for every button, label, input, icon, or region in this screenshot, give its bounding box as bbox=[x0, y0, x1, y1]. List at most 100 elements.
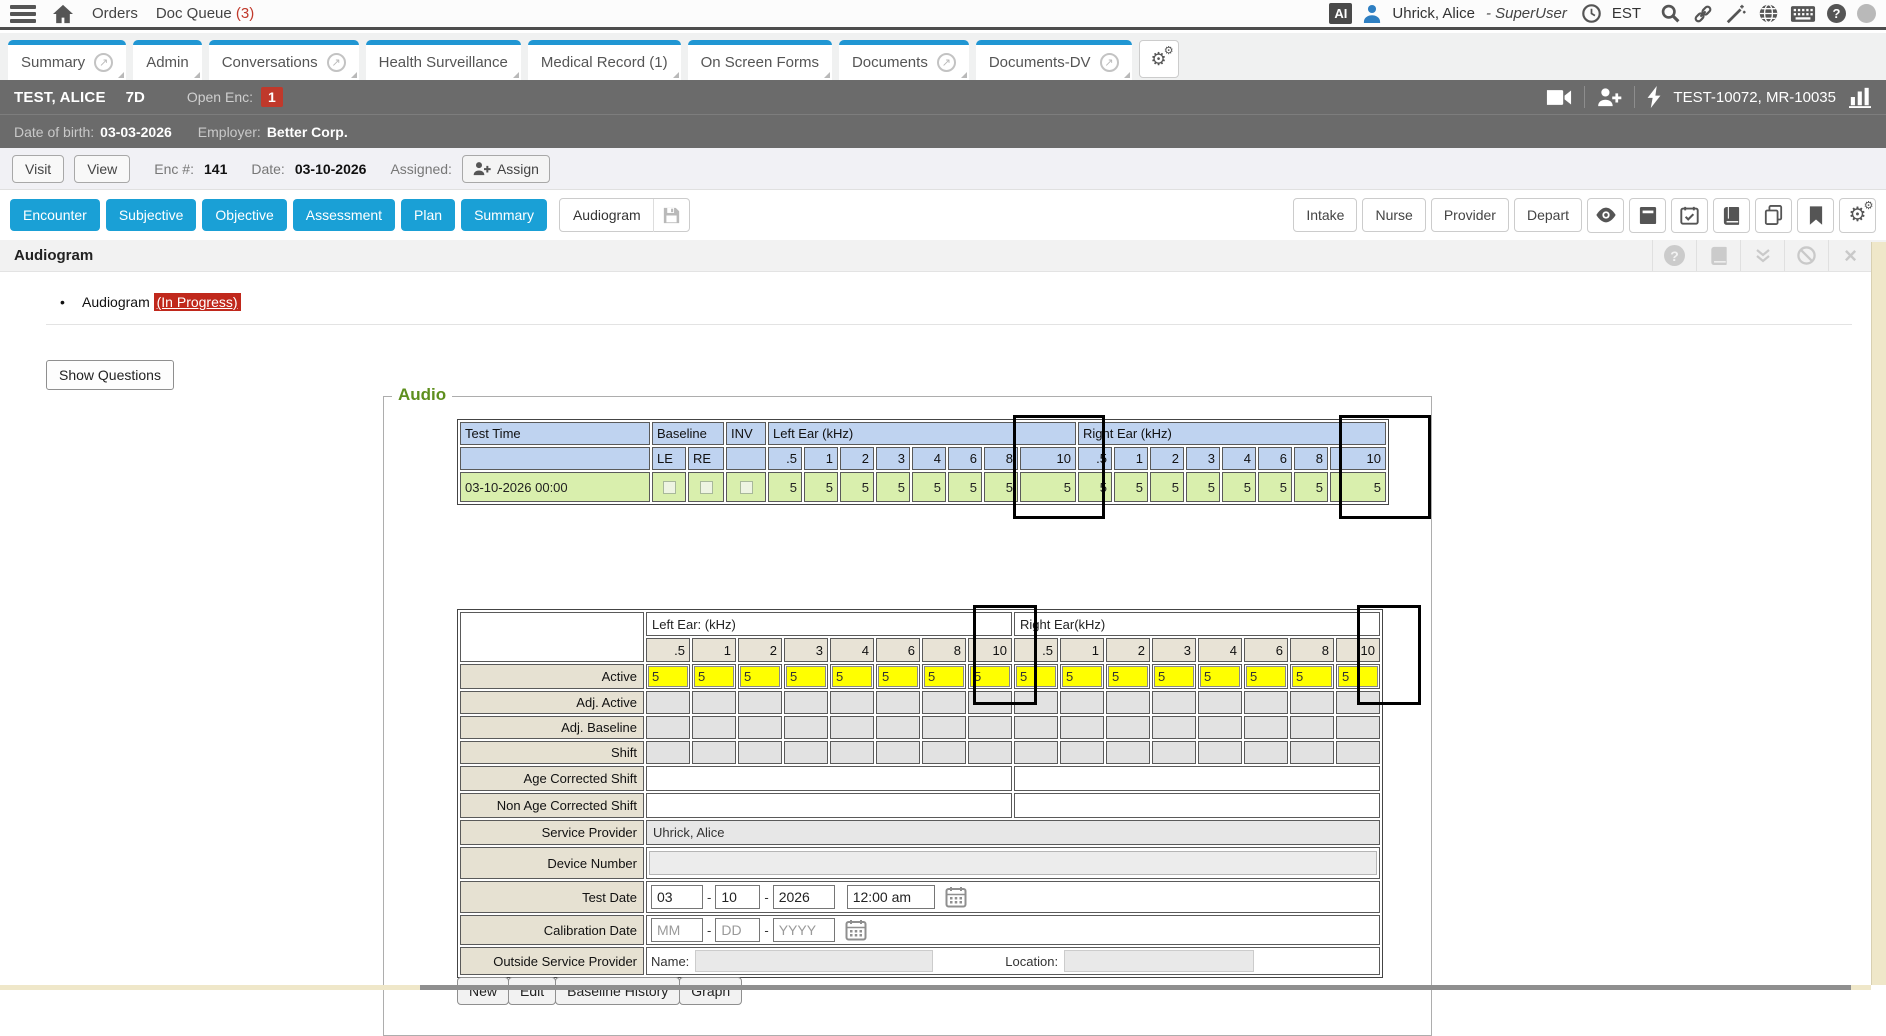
hamburger-menu-icon[interactable] bbox=[10, 5, 36, 23]
audiogram-list-item[interactable]: • Audiogram (In Progress) bbox=[60, 294, 241, 310]
test-date-day-input[interactable] bbox=[715, 885, 760, 909]
bar-chart-icon[interactable] bbox=[1848, 86, 1872, 108]
audiogram-item-label[interactable]: Audiogram bbox=[82, 294, 150, 310]
active-threshold-input[interactable]: 5 bbox=[786, 666, 826, 687]
active-cell[interactable]: 5 bbox=[1014, 664, 1058, 689]
calendar-icon[interactable] bbox=[945, 886, 967, 908]
inv-checkbox[interactable] bbox=[740, 481, 753, 494]
wand-icon[interactable] bbox=[1725, 3, 1747, 25]
active-cell[interactable]: 5 bbox=[692, 664, 736, 689]
baseline-re-checkbox[interactable] bbox=[700, 481, 713, 494]
section-book-icon[interactable] bbox=[1696, 240, 1740, 271]
eye-icon[interactable] bbox=[1587, 198, 1624, 233]
outside-location-input[interactable] bbox=[1064, 950, 1254, 972]
section-help-icon[interactable]: ? bbox=[1652, 240, 1696, 271]
section-collapse-icon[interactable] bbox=[1740, 240, 1784, 271]
view-button[interactable]: View bbox=[74, 155, 130, 183]
active-threshold-input[interactable]: 5 bbox=[924, 666, 964, 687]
show-questions-button[interactable]: Show Questions bbox=[46, 360, 174, 390]
active-cell[interactable]: 5 bbox=[922, 664, 966, 689]
active-cell[interactable]: 5 bbox=[1152, 664, 1196, 689]
summary-button[interactable]: Summary bbox=[461, 199, 547, 231]
active-threshold-input[interactable]: 5 bbox=[1292, 666, 1332, 687]
tab-summary[interactable]: Summary ↗ bbox=[8, 40, 126, 80]
objective-button[interactable]: Objective bbox=[202, 199, 286, 231]
active-threshold-input[interactable]: 5 bbox=[1200, 666, 1240, 687]
active-cell[interactable]: 5 bbox=[1198, 664, 1242, 689]
active-threshold-input[interactable]: 5 bbox=[1246, 666, 1286, 687]
active-cell[interactable]: 5 bbox=[830, 664, 874, 689]
horizontal-scrollbar[interactable] bbox=[0, 985, 1871, 990]
test-date-year-input[interactable] bbox=[773, 885, 835, 909]
active-threshold-input[interactable]: 5 bbox=[694, 666, 734, 687]
open-in-new-icon[interactable]: ↗ bbox=[327, 53, 346, 72]
plan-button[interactable]: Plan bbox=[401, 199, 455, 231]
vertical-scrollbar[interactable] bbox=[1871, 242, 1886, 985]
active-cell[interactable]: 5 bbox=[1290, 664, 1334, 689]
active-threshold-input[interactable]: 5 bbox=[740, 666, 780, 687]
subjective-button[interactable]: Subjective bbox=[106, 199, 197, 231]
tab-documents-dv[interactable]: Documents-DV ↗ bbox=[976, 40, 1132, 80]
active-cell[interactable]: 5 bbox=[738, 664, 782, 689]
outside-name-input[interactable] bbox=[695, 950, 933, 972]
orders-menu-item[interactable]: Orders bbox=[92, 5, 138, 22]
active-threshold-input[interactable]: 5 bbox=[1062, 666, 1102, 687]
clock-icon[interactable] bbox=[1582, 4, 1601, 23]
active-threshold-input[interactable]: 5 bbox=[970, 666, 1010, 687]
baseline-le-checkbox[interactable] bbox=[663, 481, 676, 494]
test-date-month-input[interactable] bbox=[651, 885, 703, 909]
graph-button[interactable]: Graph bbox=[679, 977, 742, 1005]
ai-badge[interactable]: AI bbox=[1329, 3, 1352, 24]
user-name[interactable]: Uhrick, Alice bbox=[1392, 5, 1475, 22]
help-icon[interactable]: ? bbox=[1827, 4, 1846, 23]
settings-gears-icon[interactable]: ⚙⚙ bbox=[1839, 198, 1876, 233]
link-icon[interactable] bbox=[1692, 3, 1714, 25]
active-cell[interactable]: 5 bbox=[646, 664, 690, 689]
horizontal-scrollbar-thumb[interactable] bbox=[420, 985, 1851, 990]
add-person-icon[interactable] bbox=[1597, 87, 1622, 107]
nurse-button[interactable]: Nurse bbox=[1362, 198, 1425, 232]
globe-icon[interactable] bbox=[1758, 3, 1779, 24]
active-threshold-input[interactable]: 5 bbox=[1016, 666, 1056, 687]
keyboard-icon[interactable] bbox=[1790, 5, 1816, 23]
section-cancel-icon[interactable] bbox=[1784, 240, 1828, 271]
baseline-history-button[interactable]: Baseline History bbox=[555, 977, 680, 1005]
tab-on-screen-forms[interactable]: On Screen Forms bbox=[688, 40, 832, 80]
home-icon[interactable] bbox=[52, 4, 74, 24]
video-camera-icon[interactable] bbox=[1546, 89, 1572, 106]
baseline-le-cell[interactable] bbox=[652, 472, 686, 502]
calendar-icon[interactable] bbox=[845, 919, 867, 941]
active-cell[interactable]: 5 bbox=[968, 664, 1012, 689]
active-threshold-input[interactable]: 5 bbox=[1338, 666, 1378, 687]
search-icon[interactable] bbox=[1660, 3, 1681, 24]
test-time-input[interactable] bbox=[847, 885, 935, 909]
device-number-input[interactable] bbox=[649, 851, 1377, 875]
open-in-new-icon[interactable]: ↗ bbox=[937, 53, 956, 72]
calibration-month-input[interactable] bbox=[651, 918, 703, 942]
tab-medical-record[interactable]: Medical Record (1) bbox=[528, 40, 681, 80]
doc-queue-menu-item[interactable]: Doc Queue (3) bbox=[156, 5, 254, 22]
save-icon[interactable] bbox=[654, 207, 689, 224]
tab-settings-gear-icon[interactable]: ⚙⚙ bbox=[1139, 40, 1179, 78]
copy-icon[interactable] bbox=[1755, 198, 1792, 233]
section-close-icon[interactable]: × bbox=[1828, 240, 1872, 271]
active-cell[interactable]: 5 bbox=[876, 664, 920, 689]
active-cell[interactable]: 5 bbox=[784, 664, 828, 689]
assessment-button[interactable]: Assessment bbox=[293, 199, 395, 231]
active-cell[interactable]: 5 bbox=[1336, 664, 1380, 689]
tab-health-surveillance[interactable]: Health Surveillance bbox=[366, 40, 521, 80]
open-in-new-icon[interactable]: ↗ bbox=[1100, 53, 1119, 72]
baseline-re-cell[interactable] bbox=[688, 472, 724, 502]
active-threshold-input[interactable]: 5 bbox=[1154, 666, 1194, 687]
active-cell[interactable]: 5 bbox=[1244, 664, 1288, 689]
audiogram-document-tab[interactable]: Audiogram bbox=[559, 198, 690, 232]
depart-button[interactable]: Depart bbox=[1514, 198, 1582, 232]
open-in-new-icon[interactable]: ↗ bbox=[94, 53, 113, 72]
open-enc-count-badge[interactable]: 1 bbox=[261, 87, 283, 107]
tab-admin[interactable]: Admin bbox=[133, 40, 202, 80]
user-icon[interactable] bbox=[1363, 4, 1381, 23]
provider-button[interactable]: Provider bbox=[1431, 198, 1509, 232]
calibration-day-input[interactable] bbox=[715, 918, 760, 942]
active-threshold-input[interactable]: 5 bbox=[832, 666, 872, 687]
edit-button[interactable]: Edit bbox=[508, 977, 556, 1005]
